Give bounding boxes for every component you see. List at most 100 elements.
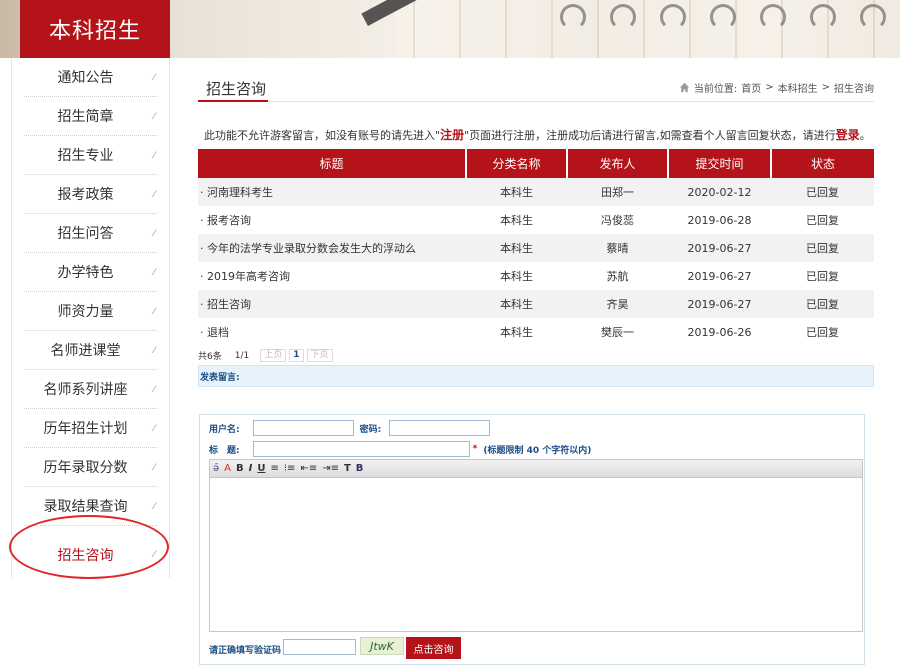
- breadcrumb: 当前位置: 首页 > 本科招生 > 招生咨询: [679, 80, 874, 95]
- prev-page-button[interactable]: 上页: [260, 349, 287, 362]
- required-mark: *: [472, 444, 478, 454]
- record-count: 共6条: [198, 352, 222, 362]
- page-title-bar: 招生咨询 当前位置: 首页 > 本科招生 > 招生咨询: [198, 58, 874, 102]
- sidebar-item-label: 名师进课堂: [50, 343, 121, 359]
- row-author: 蔡晴: [567, 234, 668, 262]
- login-link[interactable]: 登录: [836, 128, 860, 142]
- table-row[interactable]: · 2019年高考咨询 本科生 苏航 2019-06-27 已回复: [198, 262, 874, 290]
- arrow-icon: ⁄: [153, 463, 155, 473]
- sidebar-item-consult[interactable]: 招生咨询 ⁄: [24, 526, 157, 584]
- arrow-icon: ⁄: [153, 190, 155, 200]
- table-row[interactable]: · 今年的法学专业录取分数会发生大的浮动么 本科生 蔡晴 2019-06-27 …: [198, 234, 874, 262]
- sidebar-item-master-class[interactable]: 名师进课堂 ⁄: [24, 331, 157, 370]
- table-row[interactable]: · 报考咨询 本科生 冯俊蕊 2019-06-28 已回复: [198, 206, 874, 234]
- subject-input[interactable]: [252, 441, 470, 457]
- background-color-icon[interactable]: B: [356, 463, 364, 474]
- breadcrumb-separator: >: [765, 82, 774, 93]
- row-date: 2019-06-28: [687, 213, 752, 227]
- breadcrumb-level1[interactable]: 本科招生: [778, 80, 818, 95]
- breadcrumb-prefix: 当前位置:: [693, 84, 738, 95]
- font-color-icon[interactable]: ǝ̄: [213, 463, 219, 474]
- row-category: 本科生: [500, 326, 533, 339]
- sidebar-item-scores[interactable]: 历年录取分数 ⁄: [24, 448, 157, 487]
- sidebar-item-features[interactable]: 办学特色 ⁄: [24, 253, 157, 292]
- table-row[interactable]: · 河南理科考生 本科生 田郑一 2020-02-12 已回复: [198, 178, 874, 206]
- captcha-input[interactable]: [283, 639, 356, 655]
- banner-ring: [810, 4, 836, 30]
- font-size-icon[interactable]: T: [344, 463, 351, 474]
- sidebar-item-enrollment-plan[interactable]: 历年招生计划 ⁄: [24, 409, 157, 448]
- row-status: 已回复: [771, 178, 874, 206]
- row-status: 已回复: [806, 326, 839, 339]
- subject-label: 标 题:: [209, 445, 240, 456]
- row-title[interactable]: · 退档: [198, 318, 466, 346]
- sidebar-item-results[interactable]: 录取结果查询 ⁄: [24, 487, 157, 526]
- sidebar-item-label: 办学特色: [57, 265, 114, 281]
- subject-hint: (标题限制 40 个字符以内): [483, 445, 592, 456]
- notice-part: 此功能不允许游客留言，如没有账号的请先进入": [204, 129, 441, 142]
- page-title: 招生咨询: [206, 80, 267, 98]
- captcha-row: 请正确填写验证码 JtwK 点击咨询: [200, 637, 866, 661]
- row-date: 2019-06-27: [668, 290, 771, 318]
- banner-ring: [760, 4, 786, 30]
- row-author: 齐昊: [567, 290, 668, 318]
- sidebar-item-faq[interactable]: 招生问答 ⁄: [24, 214, 157, 253]
- submit-consult-button[interactable]: 点击咨询: [406, 637, 461, 659]
- banner-ring: [560, 4, 586, 30]
- row-category: 本科生: [466, 234, 567, 262]
- post-message-form: 用户名: 密码: 标 题: * (标题限制 40 个字符以内) ǝ̄ A B I…: [199, 414, 865, 665]
- main-content: 招生咨询 当前位置: 首页 > 本科招生 > 招生咨询 此功能不允许游客留言，如…: [198, 58, 874, 665]
- outdent-icon[interactable]: ⇤≡: [300, 463, 317, 474]
- captcha-image[interactable]: JtwK: [360, 637, 404, 655]
- row-category: 本科生: [500, 270, 533, 283]
- row-title[interactable]: · 今年的法学专业录取分数会发生大的浮动么: [198, 234, 466, 262]
- italic-icon[interactable]: I: [249, 463, 253, 474]
- password-label: 密码:: [359, 424, 382, 435]
- highlight-icon[interactable]: A: [224, 463, 231, 474]
- row-category: 本科生: [500, 214, 533, 227]
- banner-ring: [660, 4, 686, 30]
- sidebar-item-majors[interactable]: 招生专业 ⁄: [24, 136, 157, 175]
- row-author: 樊辰一: [601, 326, 634, 339]
- page-indicator: 1/1: [234, 350, 250, 361]
- username-row: 用户名: 密码:: [209, 420, 491, 436]
- bold-icon[interactable]: B: [236, 463, 244, 474]
- column-header: 发布人: [567, 149, 669, 178]
- underline-icon[interactable]: U: [257, 463, 265, 474]
- register-link[interactable]: 注册: [440, 128, 464, 142]
- header-banner: 本科招生: [0, 0, 900, 58]
- row-category: 本科生: [466, 290, 567, 318]
- row-category: 本科生: [466, 178, 567, 206]
- current-page[interactable]: 1: [289, 349, 304, 362]
- breadcrumb-home[interactable]: 首页: [741, 80, 761, 95]
- row-title[interactable]: · 河南理科考生: [198, 178, 466, 206]
- sidebar-item-brochure[interactable]: 招生简章 ⁄: [24, 97, 157, 136]
- row-date: 2019-06-27: [687, 269, 752, 283]
- sidebar-item-faculty[interactable]: 师资力量 ⁄: [24, 292, 157, 331]
- table-row[interactable]: · 退档 本科生 樊辰一 2019-06-26 已回复: [198, 318, 874, 346]
- row-title[interactable]: · 招生咨询: [198, 290, 466, 318]
- arrow-icon: ⁄: [153, 502, 155, 512]
- table-row[interactable]: · 招生咨询 本科生 齐昊 2019-06-27 已回复: [198, 290, 874, 318]
- section-brand-box: 本科招生: [20, 0, 170, 58]
- password-input[interactable]: [389, 420, 491, 436]
- arrow-icon: ⁄: [153, 424, 155, 434]
- message-editor[interactable]: ǝ̄ A B I U ≡ ⁝≡ ⇤≡ ⇥≡ T B: [209, 459, 863, 632]
- row-status: 已回复: [806, 214, 839, 227]
- next-page-button[interactable]: 下页: [306, 349, 333, 362]
- sidebar-item-label: 招生咨询: [57, 548, 114, 564]
- breadcrumb-level2[interactable]: 招生咨询: [834, 80, 874, 95]
- editor-toolbar: ǝ̄ A B I U ≡ ⁝≡ ⇤≡ ⇥≡ T B: [210, 460, 862, 478]
- sidebar-item-notices[interactable]: 通知公告 ⁄: [24, 58, 157, 97]
- row-date: 2019-06-27: [668, 234, 771, 262]
- indent-icon[interactable]: ⇥≡: [322, 463, 339, 474]
- row-title[interactable]: · 报考咨询: [198, 206, 466, 234]
- align-icon[interactable]: ≡: [270, 463, 278, 474]
- list-icon[interactable]: ⁝≡: [284, 463, 296, 474]
- sidebar-item-label: 录取结果查询: [43, 499, 128, 515]
- username-input[interactable]: [252, 420, 354, 436]
- sidebar-item-policy[interactable]: 报考政策 ⁄: [24, 175, 157, 214]
- row-title[interactable]: · 2019年高考咨询: [198, 262, 466, 290]
- sidebar-item-lectures[interactable]: 名师系列讲座 ⁄: [24, 370, 157, 409]
- row-status: 已回复: [806, 270, 839, 283]
